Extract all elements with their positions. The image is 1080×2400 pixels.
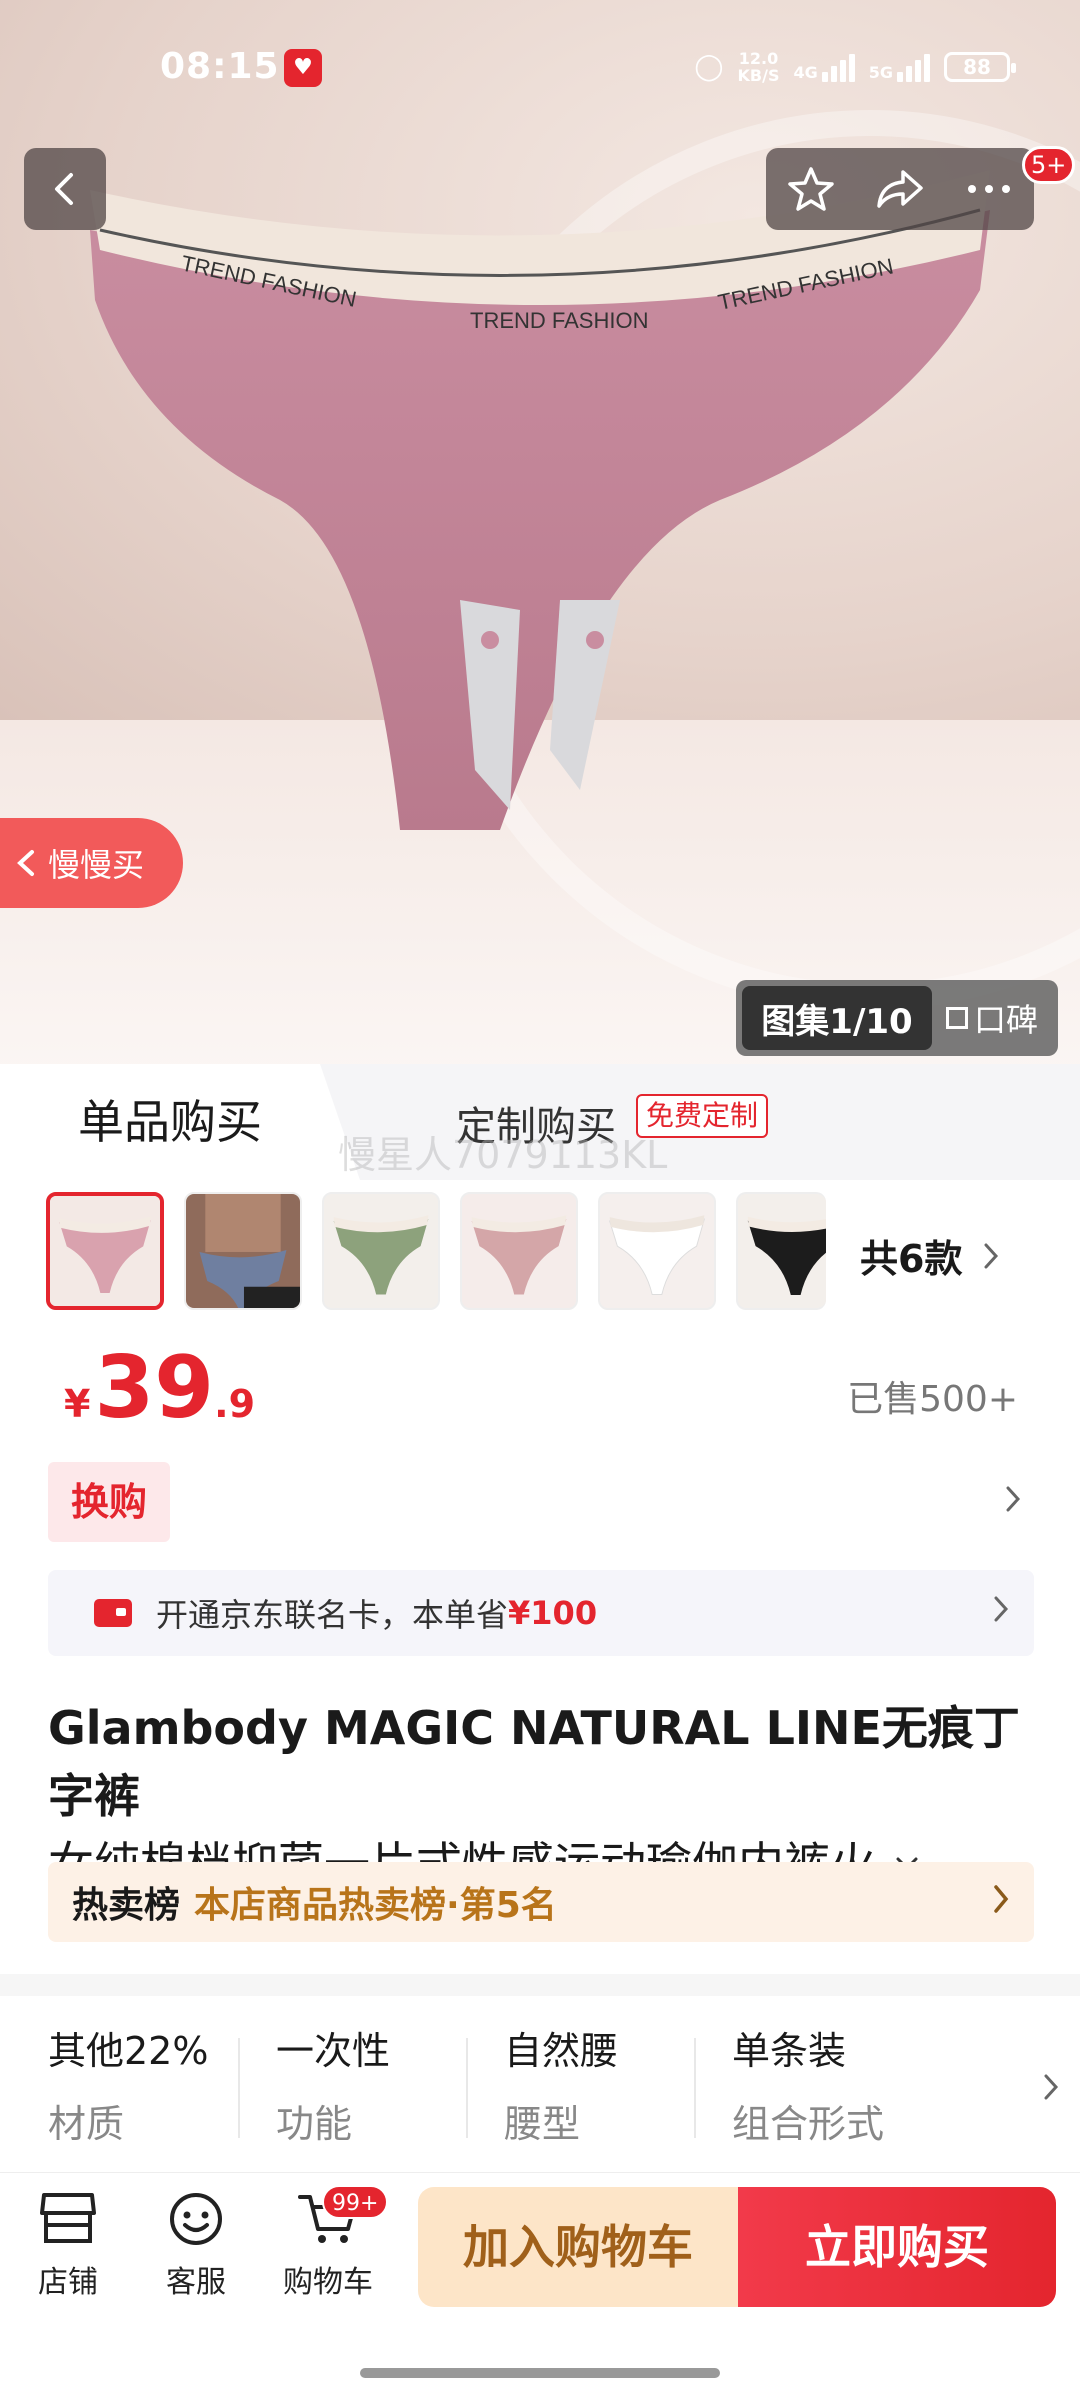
price-integer: 39 <box>94 1338 215 1438</box>
chevron-right-icon <box>984 1243 999 1268</box>
attribute-item: 单条装 组合形式 <box>732 2020 952 2148</box>
variant-thumb[interactable] <box>736 1192 826 1310</box>
more-dots-icon <box>968 185 1011 193</box>
customer-service-button[interactable]: 客服 <box>136 2191 256 2301</box>
signal-4g-icon: 4G <box>793 52 855 82</box>
tab-single-purchase[interactable]: 单品购买 <box>0 1064 360 1180</box>
variant-thumb[interactable] <box>184 1192 302 1310</box>
cart-label: 购物车 <box>283 2265 373 2300</box>
slow-buy-label: 慢慢买 <box>48 846 145 884</box>
gallery-tab[interactable]: 图集1/10 <box>742 986 932 1050</box>
hot-rank-text: 本店商品热卖榜·第5名 <box>194 1885 557 1926</box>
cart-count-badge: 99+ <box>322 2185 389 2219</box>
product-photo: TREND FASHION TREND FASHION TREND FASHIO… <box>90 170 990 830</box>
chevron-right-icon <box>1044 2074 1059 2100</box>
product-attributes[interactable]: 其他22% 材质 一次性 功能 自然腰 腰型 单条装 组合形式 <box>0 2010 1080 2160</box>
attribute-key: 腰型 <box>504 2102 581 2146</box>
status-bar: 08:15 ♥ ◯ 12.0 KB/S 4G 5G 88 <box>0 0 1080 130</box>
status-indicators: ◯ 12.0 KB/S 4G 5G 88 <box>694 49 1016 85</box>
chevron-right-icon <box>994 1885 1009 1913</box>
price: ¥ 39 .9 <box>64 1340 255 1436</box>
bottom-action-bar: 店铺 客服 购物车 99+ 加入购物车 立即购买 <box>0 2172 1080 2352</box>
chevron-right-icon <box>994 1596 1009 1622</box>
attribute-value: 一次性 <box>276 2029 391 2073</box>
price-decimal: .9 <box>214 1382 256 1426</box>
store-label: 店铺 <box>38 2265 98 2300</box>
attribute-item: 其他22% 材质 <box>48 2020 268 2148</box>
variant-thumb[interactable] <box>46 1192 164 1310</box>
variant-swatch <box>600 1194 714 1308</box>
share-button[interactable] <box>865 154 935 224</box>
net-a-label: 4G <box>793 63 818 82</box>
notification-app-icon: ♥ <box>284 49 322 87</box>
gallery-switch: 图集1/10 口碑 <box>736 980 1058 1056</box>
attribute-value: 单条装 <box>732 2029 847 2073</box>
back-button[interactable] <box>24 148 106 230</box>
variant-swatch <box>462 1194 576 1308</box>
store-button[interactable]: 店铺 <box>8 2191 128 2301</box>
reviews-tab[interactable]: 口碑 <box>932 995 1052 1041</box>
customer-service-icon <box>170 2193 222 2245</box>
variant-thumb[interactable] <box>322 1192 440 1310</box>
more-button[interactable] <box>954 154 1024 224</box>
co-branded-card-offer[interactable]: 开通京东联名卡，本单省 ¥100 <box>48 1570 1034 1656</box>
top-action-group <box>766 148 1034 230</box>
all-variants-button[interactable]: 共6款 <box>860 1228 1000 1283</box>
attribute-divider <box>466 2038 468 2138</box>
variant-swatch <box>186 1194 300 1308</box>
service-label: 客服 <box>166 2265 226 2300</box>
sold-count: 已售500+ <box>847 1379 1018 1420</box>
attribute-key: 组合形式 <box>732 2102 885 2146</box>
reviews-label: 口碑 <box>973 1001 1038 1039</box>
chevron-left-icon <box>17 850 34 876</box>
add-to-cart-button[interactable]: 加入购物车 <box>418 2187 738 2307</box>
card-offer-text: 开通京东联名卡，本单省 <box>156 1596 509 1634</box>
network-speed: 12.0 KB/S <box>737 49 780 85</box>
watermark: 慢星人7079113KL <box>338 1133 668 1177</box>
variant-swatch <box>324 1194 438 1308</box>
battery-icon: 88 <box>944 52 1016 82</box>
variant-thumb[interactable] <box>598 1192 716 1310</box>
hot-rank-label: 热卖榜 <box>72 1885 181 1926</box>
home-indicator[interactable] <box>360 2368 720 2378</box>
share-icon <box>877 170 923 208</box>
status-time: 08:15 <box>160 46 280 87</box>
variant-swatch <box>50 1196 160 1306</box>
variant-swatch <box>738 1194 826 1308</box>
slow-buy-button[interactable]: 慢慢买 <box>0 818 183 908</box>
swap-buy-badge[interactable]: 换购 <box>48 1462 170 1542</box>
vibrate-icon: ◯ <box>694 52 724 82</box>
credit-card-icon <box>94 1599 132 1627</box>
signal-5g-icon: 5G <box>869 52 930 82</box>
hot-sale-rank[interactable]: 热卖榜 本店商品热卖榜·第5名 <box>48 1862 1034 1942</box>
store-icon <box>40 2193 96 2243</box>
variant-count: 共6款 <box>860 1237 963 1281</box>
attribute-key: 材质 <box>48 2102 125 2146</box>
message-badge: 5+ <box>1022 146 1076 184</box>
attribute-divider <box>694 2038 696 2138</box>
net-b-label: 5G <box>868 63 893 82</box>
attribute-item: 一次性 功能 <box>276 2020 496 2148</box>
buy-now-button[interactable]: 立即购买 <box>738 2187 1056 2307</box>
favorite-button[interactable] <box>776 154 846 224</box>
product-title-line1: Glambody MAGIC NATURAL LINE无痕丁字裤 <box>48 1701 1020 1823</box>
square-icon <box>945 1007 968 1029</box>
attribute-divider <box>238 2038 240 2138</box>
chevron-right-icon[interactable] <box>1004 1484 1022 1514</box>
attribute-value: 其他22% <box>48 2029 209 2073</box>
chevron-left-icon <box>55 173 73 205</box>
print-text-mid: TREND FASHION <box>470 308 648 333</box>
price-currency: ¥ <box>64 1382 91 1426</box>
attribute-key: 功能 <box>276 2102 353 2146</box>
attribute-item: 自然腰 腰型 <box>504 2020 724 2148</box>
attribute-value: 自然腰 <box>504 2029 619 2073</box>
product-hero-image[interactable]: TREND FASHION TREND FASHION TREND FASHIO… <box>0 0 1080 1080</box>
card-offer-amount: ¥100 <box>508 1594 598 1632</box>
section-divider <box>0 1974 1080 1996</box>
star-icon <box>787 167 834 211</box>
variant-thumb[interactable] <box>460 1192 578 1310</box>
